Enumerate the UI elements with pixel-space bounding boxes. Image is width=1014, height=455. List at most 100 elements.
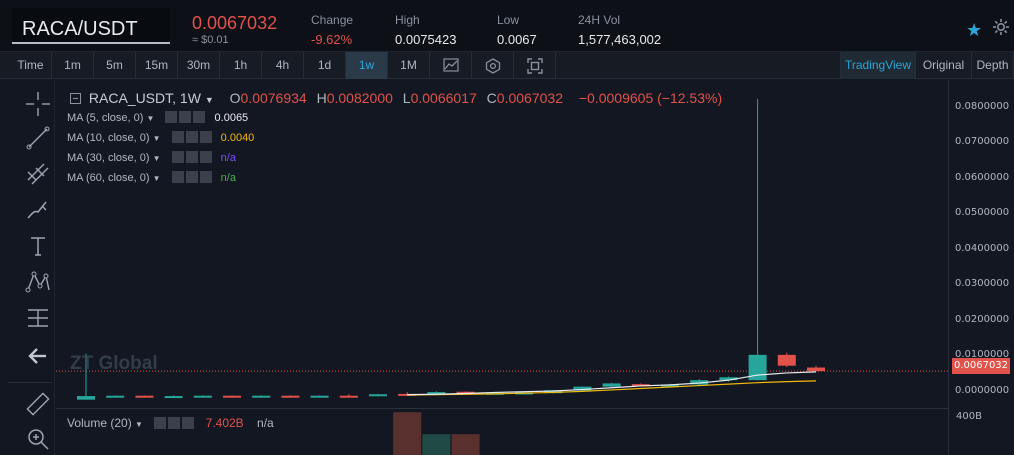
legend-title[interactable]: RACA_USDT, 1W (89, 90, 201, 106)
toolbar-divider (8, 382, 52, 383)
volume-label[interactable]: Volume (20) (67, 416, 132, 430)
text-icon[interactable] (24, 232, 52, 260)
eye-icon[interactable] (165, 111, 178, 123)
eye-icon[interactable] (171, 151, 184, 163)
eye-icon[interactable] (154, 417, 167, 429)
gear-icon[interactable] (185, 131, 198, 143)
close-icon[interactable] (193, 111, 206, 123)
volume-axis-label: 400B (956, 411, 982, 422)
stat-value: 0.0067 (497, 32, 537, 47)
ma-label[interactable]: MA (30, close, 0) (67, 152, 150, 164)
crosshair-icon[interactable] (24, 90, 52, 118)
y-tick: 0.0000000 (955, 385, 1010, 396)
volume-dropdown-icon[interactable]: ▼ (135, 420, 143, 429)
ma-row: MA (60, close, 0) ▼ n/a (67, 171, 236, 184)
back-arrow-icon[interactable] (24, 342, 52, 370)
settings-icon[interactable] (992, 18, 1010, 41)
trendline-icon[interactable] (24, 124, 52, 152)
interval-1m[interactable]: 1m (52, 52, 94, 79)
last-price: 0.0067032 (192, 13, 278, 33)
interval-1w[interactable]: 1w (346, 52, 388, 79)
brush-icon[interactable] (24, 196, 52, 224)
measure-icon[interactable] (24, 304, 52, 332)
view-depth[interactable]: Depth (972, 52, 1014, 79)
ruler-icon[interactable] (24, 390, 52, 418)
candle-body (602, 383, 621, 387)
ma-value: 0.0040 (220, 132, 255, 144)
ma-dropdown-icon[interactable]: ▼ (153, 134, 161, 143)
stat-value: 0.0075423 (395, 32, 457, 47)
candle-body (807, 367, 825, 372)
y-tick: 0.0600000 (955, 172, 1010, 183)
watermark-logo: ZT Global (70, 353, 158, 374)
volume-axis-border (948, 408, 949, 455)
view-tradingview[interactable]: TradingView (840, 52, 916, 79)
pattern-icon[interactable] (24, 268, 52, 296)
gear-icon[interactable] (168, 417, 181, 429)
high-label: H (316, 90, 327, 106)
ma-controls (163, 111, 206, 124)
ma-value: n/a (220, 172, 236, 184)
close-icon[interactable] (199, 131, 212, 143)
fullscreen-icon[interactable] (514, 52, 556, 79)
indicator-icon[interactable] (472, 52, 514, 79)
volume-controls (152, 416, 195, 430)
interval-15m[interactable]: 15m (136, 52, 178, 79)
gear-icon[interactable] (185, 151, 198, 163)
ma-dropdown-icon[interactable]: ▼ (146, 114, 154, 123)
interval-5m[interactable]: 5m (94, 52, 136, 79)
close-icon[interactable] (199, 151, 212, 163)
line-chart-icon[interactable] (430, 52, 472, 79)
ma-value: 0.0065 (214, 112, 249, 124)
eye-icon[interactable] (171, 131, 184, 143)
interval-1h[interactable]: 1h (220, 52, 262, 79)
symbol-selector[interactable]: RACA/USDT (12, 8, 170, 44)
y-tick: 0.0300000 (955, 278, 1010, 289)
star-icon[interactable]: ★ (966, 20, 982, 41)
close-icon[interactable] (182, 417, 195, 429)
ma-controls (170, 151, 212, 164)
stat-volume: 24H Vol 1,577,463,002 (578, 13, 661, 47)
close-label: C (486, 90, 497, 106)
high-value: 0.0082000 (326, 90, 393, 106)
interval-1M[interactable]: 1M (388, 52, 430, 79)
interval-30m[interactable]: 30m (178, 52, 220, 79)
legend-dropdown-icon[interactable]: ▼ (205, 95, 214, 105)
gear-icon[interactable] (185, 171, 198, 183)
y-tick: 0.0800000 (955, 101, 1010, 112)
app-root: { "header": { "symbol": "RACA/USDT", "pr… (0, 0, 1014, 455)
stat-label: High (395, 13, 420, 27)
eye-icon[interactable] (171, 171, 184, 183)
candle-body (106, 395, 125, 398)
ma-label[interactable]: MA (60, close, 0) (67, 172, 150, 184)
stat-low: Low 0.0067 (497, 13, 537, 47)
collapse-icon[interactable] (70, 93, 81, 104)
candle-body (164, 396, 183, 399)
candle-body (369, 394, 387, 397)
ma-dropdown-icon[interactable]: ▼ (153, 174, 161, 183)
drawing-toolbar (0, 80, 55, 455)
interval-4h[interactable]: 4h (262, 52, 304, 79)
stat-label: Low (497, 13, 520, 27)
view-original[interactable]: Original (916, 52, 972, 79)
ohlc-legend: RACA_USDT, 1W ▼ O0.0076934 H0.0082000 L0… (70, 90, 722, 106)
interval-time[interactable]: Time (10, 52, 52, 79)
interval-1d[interactable]: 1d (304, 52, 346, 79)
zoom-icon[interactable] (24, 425, 52, 453)
price-axis[interactable]: 0.0800000 0.0700000 0.0600000 0.0500000 … (948, 80, 1014, 455)
open-value: 0.0076934 (240, 90, 307, 106)
gear-icon[interactable] (179, 111, 192, 123)
volume-bar (393, 412, 422, 455)
volume-pane-divider[interactable] (56, 408, 948, 409)
candle-body (777, 354, 796, 366)
ma-dropdown-icon[interactable]: ▼ (153, 154, 161, 163)
close-icon[interactable] (199, 171, 212, 183)
stat-change: Change -9.62% (311, 13, 353, 47)
stat-value: -9.62% (311, 32, 353, 47)
open-label: O (229, 90, 241, 106)
ma-label[interactable]: MA (5, close, 0) (67, 112, 143, 124)
last-price-tag: 0.0067032 (952, 358, 1010, 374)
fib-icon[interactable] (24, 160, 52, 188)
ma-controls (170, 131, 212, 144)
ma-label[interactable]: MA (10, close, 0) (67, 132, 150, 144)
